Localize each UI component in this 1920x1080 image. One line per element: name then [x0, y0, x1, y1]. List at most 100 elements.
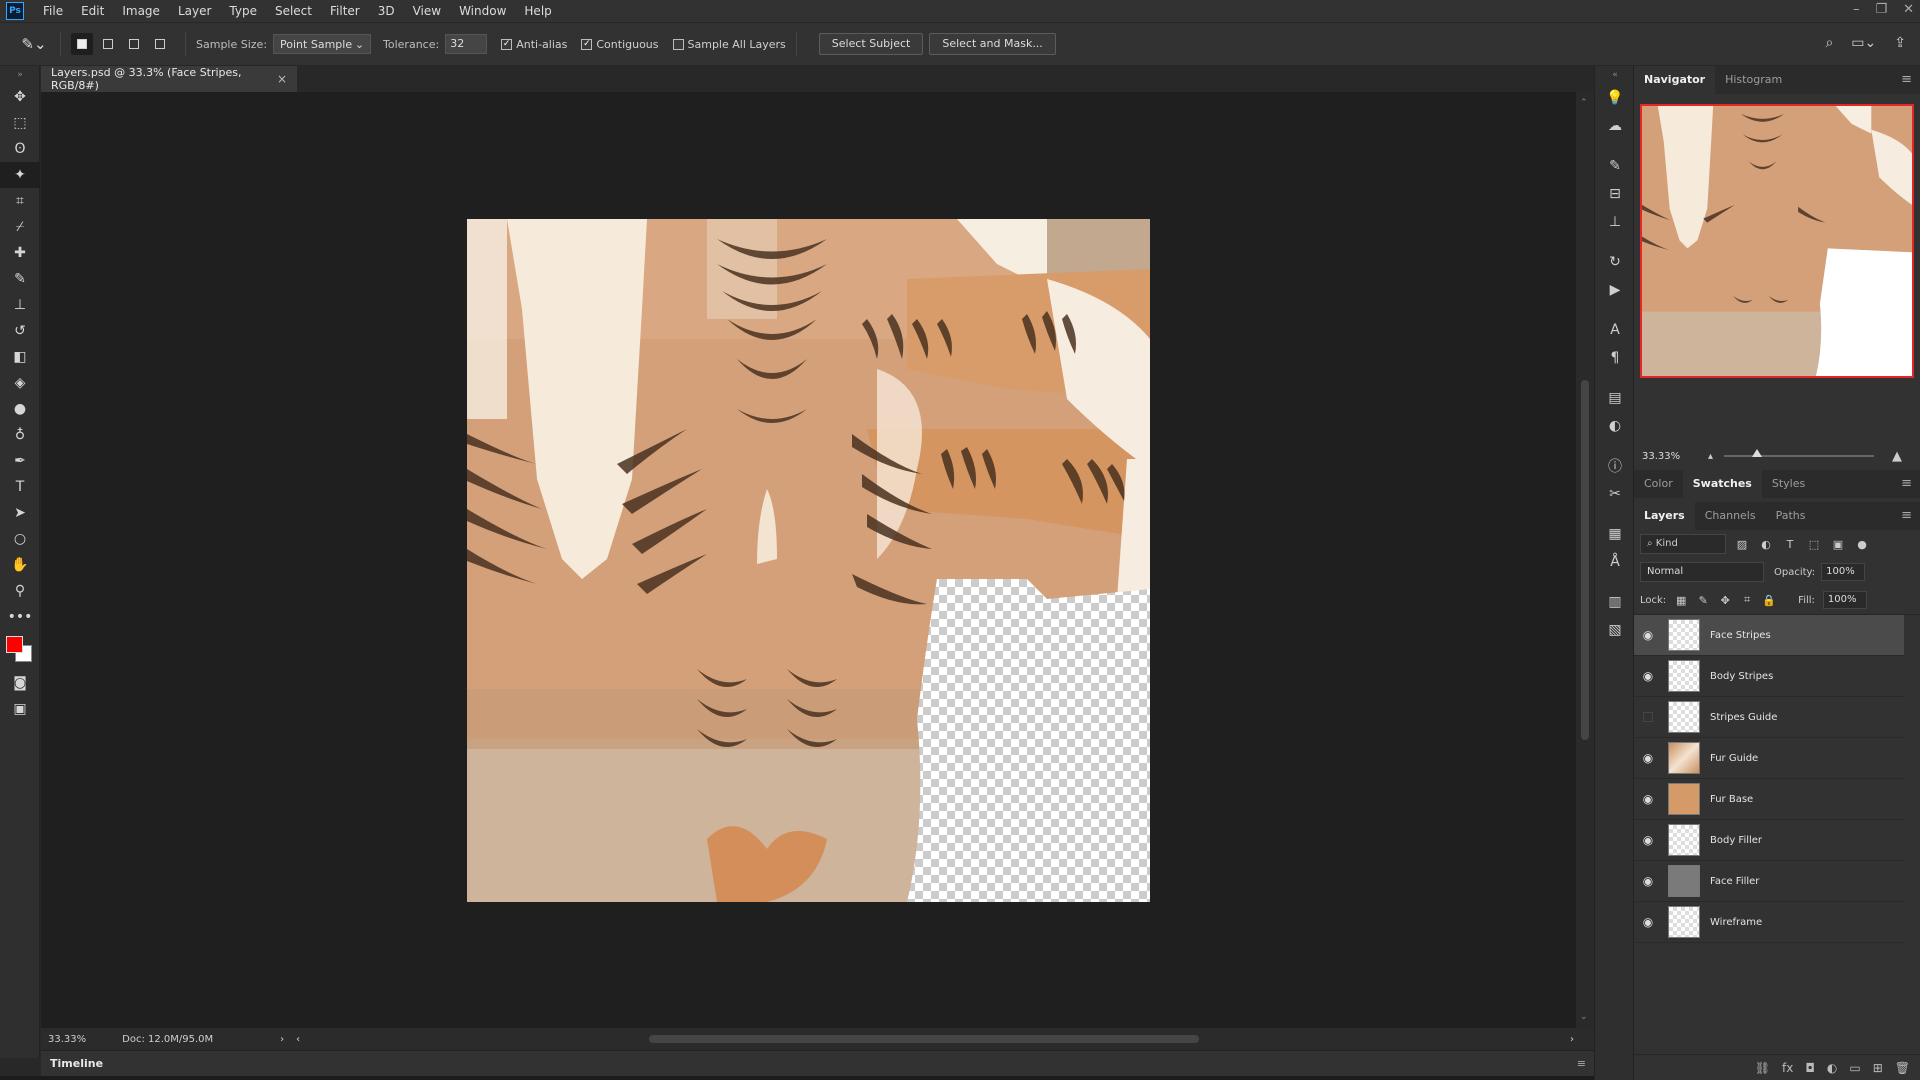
path-selection-tool-icon[interactable]: ➤ [0, 500, 40, 526]
intersect-selection-icon[interactable] [149, 33, 171, 55]
lock-transparent-pixels-icon[interactable]: ▦ [1674, 594, 1688, 607]
panel-menu-icon[interactable]: ≡ [1901, 470, 1912, 498]
tab-layers[interactable]: Layers [1634, 502, 1695, 530]
sample-size-select[interactable]: Point Sample ⌄ [273, 34, 372, 54]
tab-navigator[interactable]: Navigator [1634, 66, 1716, 94]
canvas-area[interactable] [41, 92, 1576, 1028]
adjustments-icon[interactable]: ⊟ [1595, 180, 1635, 208]
properties-icon[interactable]: ▤ [1595, 384, 1635, 412]
layer-row[interactable]: Stripes Guide [1634, 697, 1904, 738]
contiguous-checkbox[interactable]: ✓ Contiguous [581, 38, 659, 51]
visibility-eye-icon[interactable]: ◉ [1634, 833, 1662, 847]
scroll-right-icon[interactable]: › [1570, 1034, 1574, 1045]
foreground-color-swatch[interactable] [6, 636, 23, 653]
brush-settings-icon[interactable]: ✎ [1595, 152, 1635, 180]
new-group-icon[interactable]: ▭ [1849, 1061, 1860, 1075]
paint-bucket-tool-icon[interactable]: ◈ [0, 370, 40, 396]
subtract-from-selection-icon[interactable] [123, 33, 145, 55]
menu-filter[interactable]: Filter [321, 0, 369, 22]
crop-tool-icon[interactable]: ⌗ [0, 188, 40, 214]
layer-row[interactable]: ◉ Wireframe [1634, 902, 1904, 943]
menu-image[interactable]: Image [113, 0, 169, 22]
status-menu-arrow-icon[interactable]: › [280, 1034, 284, 1045]
lasso-tool-icon[interactable]: ʘ [0, 136, 40, 162]
magic-wand-tool-icon[interactable]: ✦ [0, 162, 40, 188]
sample-all-layers-checkbox[interactable]: Sample All Layers [672, 38, 786, 51]
menu-select[interactable]: Select [266, 0, 321, 22]
menu-help[interactable]: Help [515, 0, 560, 22]
history-icon[interactable]: ↻ [1595, 248, 1635, 276]
link-layers-icon[interactable]: ⛓ [1755, 1061, 1770, 1075]
select-and-mask-button[interactable]: Select and Mask... [929, 33, 1056, 55]
magic-wand-tool-preset-icon[interactable]: ✎⌄ [18, 32, 50, 56]
zoom-tool-icon[interactable]: ⚲ [0, 578, 40, 604]
new-layer-icon[interactable]: ⊞ [1873, 1061, 1883, 1075]
layer-row[interactable]: ◉ Fur Base [1634, 779, 1904, 820]
hand-tool-icon[interactable]: ✋ [0, 552, 40, 578]
status-zoom[interactable]: 33.33% [48, 1034, 86, 1045]
eyedropper-tool-icon[interactable]: ⌿ [0, 214, 40, 240]
tab-channels[interactable]: Channels [1695, 502, 1766, 530]
zoom-in-icon[interactable]: ▲ [1892, 449, 1902, 464]
layer-row[interactable]: ◉ Body Stripes [1634, 656, 1904, 697]
type-tool-icon[interactable]: T [0, 474, 40, 500]
panel-menu-icon[interactable]: ≡ [1901, 66, 1912, 94]
vertical-scrollbar[interactable]: ⌃ ⌄ [1576, 92, 1594, 1028]
filter-toggle-icon[interactable]: ● [1854, 538, 1870, 551]
learn-icon[interactable]: 💡 [1595, 84, 1635, 112]
blur-tool-icon[interactable]: ● [0, 396, 40, 422]
libraries-icon[interactable]: ☁ [1595, 112, 1635, 140]
collapse-toolbox-icon[interactable]: » [0, 66, 40, 84]
fill-input[interactable]: 100% [1822, 591, 1867, 609]
tab-paths[interactable]: Paths [1766, 502, 1816, 530]
screen-mode-icon[interactable]: ▣ [0, 696, 40, 722]
zoom-slider[interactable] [1724, 455, 1874, 457]
close-icon[interactable]: × [277, 72, 287, 86]
lock-all-icon[interactable]: 🔒 [1762, 594, 1776, 607]
lock-image-pixels-icon[interactable]: ✎ [1696, 594, 1710, 607]
ellipse-tool-icon[interactable]: ○ [0, 526, 40, 552]
smart-object-filter-icon[interactable]: ▣ [1830, 538, 1846, 551]
panel-menu-icon[interactable]: ≡ [1577, 1057, 1586, 1070]
zoom-slider-handle[interactable] [1752, 449, 1762, 457]
layer-row[interactable]: ◉ Body Filler [1634, 820, 1904, 861]
visibility-eye-icon[interactable]: ◉ [1634, 628, 1662, 642]
select-subject-button[interactable]: Select Subject [818, 33, 924, 55]
quick-mask-icon[interactable]: ◙ [0, 670, 40, 696]
lock-position-icon[interactable]: ✥ [1718, 594, 1732, 607]
menu-file[interactable]: File [34, 0, 72, 22]
new-selection-icon[interactable] [71, 33, 93, 55]
pixel-filter-icon[interactable]: ▨ [1734, 538, 1750, 551]
tool-presets-icon[interactable]: ✂ [1595, 480, 1635, 508]
lock-artboard-icon[interactable]: ⌗ [1740, 593, 1754, 607]
add-to-selection-icon[interactable] [97, 33, 119, 55]
layer-row[interactable]: ◉ Face Filler [1634, 861, 1904, 902]
clone-source-icon[interactable]: ⊥ [1595, 208, 1635, 236]
workspace-icon[interactable]: ▭⌄ [1851, 35, 1876, 51]
add-mask-icon[interactable]: ◘ [1805, 1061, 1815, 1075]
visibility-eye-icon[interactable]: ◉ [1634, 792, 1662, 806]
history-brush-tool-icon[interactable]: ↺ [0, 318, 40, 344]
menu-window[interactable]: Window [450, 0, 515, 22]
vertical-scrollbar-thumb[interactable] [1581, 380, 1589, 740]
brush-tool-icon[interactable]: ✎ [0, 266, 40, 292]
adjustment-layer-icon[interactable]: ◐ [1827, 1061, 1837, 1075]
document-canvas[interactable] [467, 219, 1150, 902]
visibility-eye-icon[interactable]: ◉ [1634, 915, 1662, 929]
panel-menu-icon[interactable]: ≡ [1901, 502, 1912, 530]
info-icon[interactable]: ⓘ [1595, 452, 1635, 480]
tab-swatches[interactable]: Swatches [1682, 470, 1762, 498]
visibility-eye-icon[interactable]: ◉ [1634, 751, 1662, 765]
scroll-left-icon[interactable]: ‹ [296, 1034, 300, 1045]
glyphs-icon[interactable]: Å [1595, 548, 1635, 576]
scroll-down-icon[interactable]: ⌄ [1580, 1012, 1588, 1022]
layer-comps-icon[interactable]: ▦ [1595, 520, 1635, 548]
visibility-eye-icon[interactable]: ◉ [1634, 874, 1662, 888]
marquee-tool-icon[interactable]: ⬚ [0, 110, 40, 136]
menu-3d[interactable]: 3D [369, 0, 404, 22]
timeline-icon[interactable]: ▥ [1595, 588, 1635, 616]
type-filter-icon[interactable]: T [1782, 538, 1798, 551]
layer-kind-filter[interactable]: ⌕ Kind [1640, 534, 1726, 554]
layer-row[interactable]: ◉ Fur Guide [1634, 738, 1904, 779]
menu-edit[interactable]: Edit [72, 0, 113, 22]
